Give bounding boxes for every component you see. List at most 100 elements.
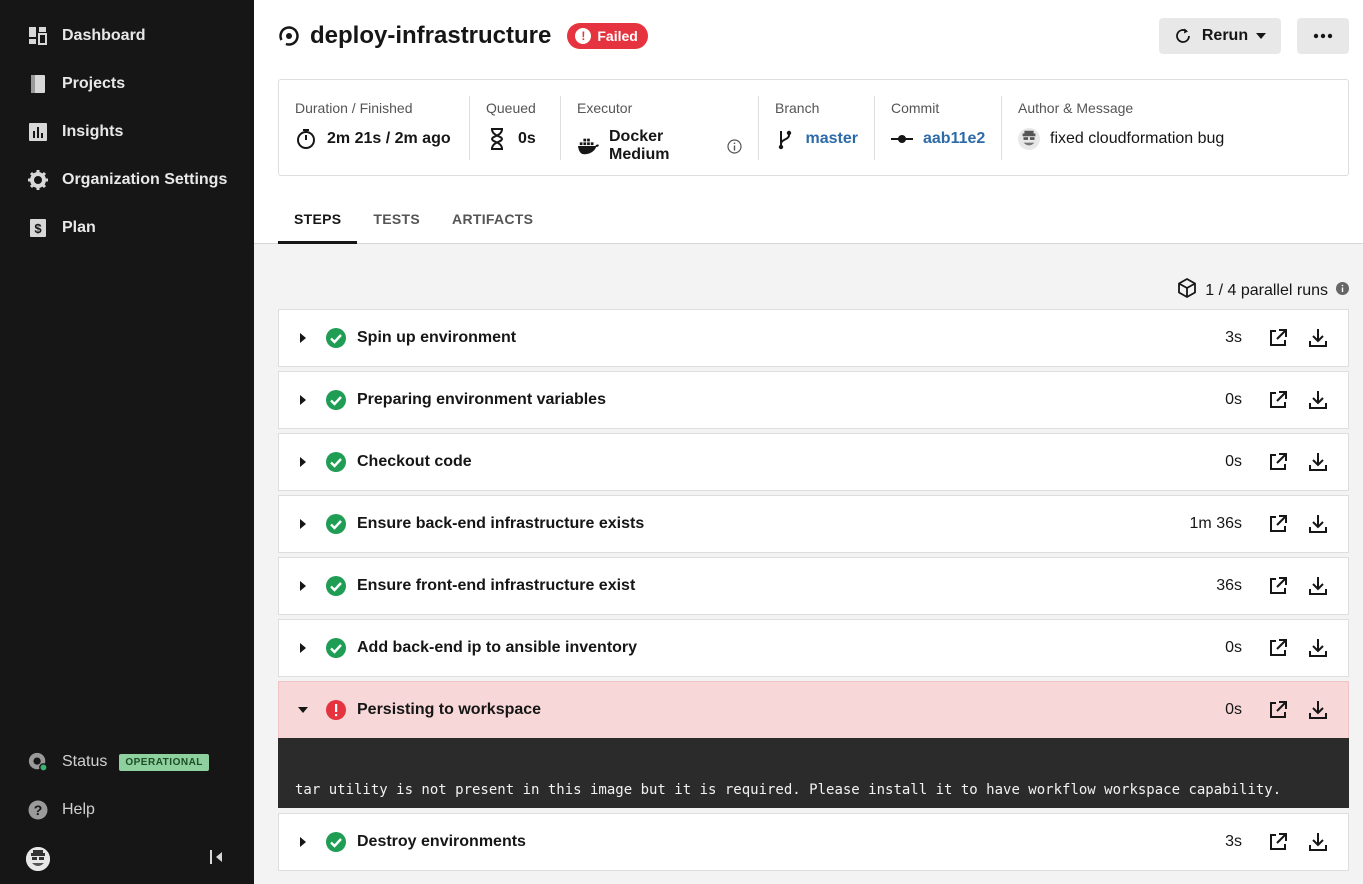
svg-text:$: $ bbox=[34, 221, 42, 236]
rerun-button[interactable]: Rerun bbox=[1159, 18, 1281, 54]
commit-value-row: aab11e2 bbox=[891, 128, 985, 150]
download-icon[interactable] bbox=[1304, 634, 1332, 662]
step-row[interactable]: Preparing environment variables 0s bbox=[278, 371, 1349, 429]
refresh-icon bbox=[1176, 28, 1190, 43]
tab-bar: STEPS TESTS ARTIFACTS bbox=[278, 200, 549, 244]
step-name: Ensure back-end infrastructure exists bbox=[357, 515, 645, 532]
info-icon[interactable] bbox=[727, 138, 742, 154]
dollar-icon: $ bbox=[28, 218, 48, 238]
step-row[interactable]: Destroy environments 3s bbox=[278, 813, 1349, 871]
avatar[interactable] bbox=[26, 847, 50, 871]
branch-label: Branch bbox=[775, 100, 820, 116]
sidebar-item-projects[interactable]: Projects bbox=[0, 60, 254, 108]
open-external-icon[interactable] bbox=[1264, 324, 1292, 352]
caret-right-icon[interactable] bbox=[279, 643, 325, 653]
success-check-icon bbox=[325, 637, 347, 659]
download-icon[interactable] bbox=[1304, 448, 1332, 476]
download-icon[interactable] bbox=[1304, 324, 1332, 352]
step-duration: 36s bbox=[1216, 577, 1242, 594]
download-icon[interactable] bbox=[1304, 696, 1332, 724]
projects-icon bbox=[28, 74, 48, 94]
hourglass-icon bbox=[486, 128, 508, 150]
parallel-runs: 1 / 4 parallel runs bbox=[1177, 278, 1349, 303]
sidebar-item-organization-settings[interactable]: Organization Settings bbox=[0, 156, 254, 204]
page-title: deploy-infrastructure bbox=[310, 22, 552, 49]
sidebar-nav: Dashboard Projects Insights Organization… bbox=[0, 12, 254, 252]
title-row: deploy-infrastructure ! Failed bbox=[278, 18, 648, 54]
step-row[interactable]: Checkout code 0s bbox=[278, 433, 1349, 491]
stopwatch-icon bbox=[295, 128, 317, 150]
branch-icon bbox=[775, 128, 796, 150]
branch-field: Branch master bbox=[759, 96, 875, 160]
step-name: Add back-end ip to ansible inventory bbox=[357, 639, 638, 656]
cube-icon bbox=[1177, 278, 1197, 303]
parallel-runs-label: 1 / 4 parallel runs bbox=[1205, 281, 1328, 299]
executor-value-row: Docker Medium bbox=[577, 128, 742, 164]
more-dots-icon bbox=[1313, 33, 1333, 39]
open-external-icon[interactable] bbox=[1264, 828, 1292, 856]
job-info-card: Duration / Finished 2m 21s / 2m ago Queu… bbox=[278, 79, 1349, 176]
sidebar-item-label: Projects bbox=[62, 75, 126, 92]
info-icon[interactable] bbox=[1336, 281, 1349, 300]
step-duration: 1m 36s bbox=[1189, 515, 1242, 532]
step-name: Spin up environment bbox=[357, 329, 517, 346]
sidebar-item-insights[interactable]: Insights bbox=[0, 108, 254, 156]
success-check-icon bbox=[325, 327, 347, 349]
open-external-icon[interactable] bbox=[1264, 386, 1292, 414]
caret-right-icon[interactable] bbox=[279, 333, 325, 343]
open-external-icon[interactable] bbox=[1264, 510, 1292, 538]
branch-link[interactable]: master bbox=[806, 130, 858, 148]
status-link[interactable]: Status OPERATIONAL bbox=[0, 738, 254, 786]
step-name: Persisting to workspace bbox=[357, 701, 542, 718]
step-row[interactable]: Persisting to workspace 0s bbox=[278, 681, 1349, 739]
step-duration: 0s bbox=[1225, 701, 1242, 718]
commit-link[interactable]: aab11e2 bbox=[923, 130, 985, 148]
step-row[interactable]: Ensure back-end infrastructure exists 1m … bbox=[278, 495, 1349, 553]
queued-label: Queued bbox=[486, 100, 536, 116]
more-options-button[interactable] bbox=[1297, 18, 1349, 54]
tab-steps[interactable]: STEPS bbox=[278, 200, 358, 244]
caret-down-icon[interactable] bbox=[279, 706, 325, 714]
download-icon[interactable] bbox=[1304, 572, 1332, 600]
caret-right-icon[interactable] bbox=[279, 837, 325, 847]
main-content: deploy-infrastructure ! Failed Rerun Dur… bbox=[254, 0, 1363, 884]
download-icon[interactable] bbox=[1304, 510, 1332, 538]
status-label: Status bbox=[62, 753, 108, 770]
status-gauge-icon bbox=[28, 752, 48, 772]
open-external-icon[interactable] bbox=[1264, 448, 1292, 476]
help-link[interactable]: ? Help bbox=[0, 786, 254, 834]
sidebar-item-dashboard[interactable]: Dashboard bbox=[0, 12, 254, 60]
error-status-icon bbox=[325, 699, 347, 721]
sidebar-item-plan[interactable]: $ Plan bbox=[0, 204, 254, 252]
download-icon[interactable] bbox=[1304, 828, 1332, 856]
step-row[interactable]: Spin up environment 3s bbox=[278, 309, 1349, 367]
tab-tests[interactable]: TESTS bbox=[357, 200, 436, 244]
open-external-icon[interactable] bbox=[1264, 696, 1292, 724]
gear-icon bbox=[28, 170, 48, 190]
caret-right-icon[interactable] bbox=[279, 581, 325, 591]
executor-field: Executor Docker Medium bbox=[561, 96, 759, 163]
download-icon[interactable] bbox=[1304, 386, 1332, 414]
commit-label: Commit bbox=[891, 100, 940, 116]
caret-right-icon[interactable] bbox=[279, 457, 325, 467]
step-console-output: tar utility is not present in this image… bbox=[278, 738, 1349, 808]
status-badge: ! Failed bbox=[567, 23, 648, 49]
sidebar-item-label: Organization Settings bbox=[62, 171, 228, 188]
step-duration: 0s bbox=[1225, 639, 1242, 656]
tab-artifacts[interactable]: ARTIFACTS bbox=[436, 200, 549, 244]
docker-icon bbox=[577, 135, 599, 157]
step-row[interactable]: Add back-end ip to ansible inventory 0s bbox=[278, 619, 1349, 677]
collapse-sidebar-icon[interactable] bbox=[208, 849, 224, 870]
queued-value-row: 0s bbox=[486, 128, 544, 150]
caret-right-icon[interactable] bbox=[279, 519, 325, 529]
open-external-icon[interactable] bbox=[1264, 634, 1292, 662]
step-name: Preparing environment variables bbox=[357, 391, 606, 408]
step-duration: 0s bbox=[1225, 391, 1242, 408]
success-check-icon bbox=[325, 575, 347, 597]
commit-field: Commit aab11e2 bbox=[875, 96, 1002, 160]
author-label: Author & Message bbox=[1018, 100, 1134, 116]
caret-right-icon[interactable] bbox=[279, 395, 325, 405]
step-row[interactable]: Ensure front-end infrastructure exist 36s bbox=[278, 557, 1349, 615]
insights-icon bbox=[28, 122, 48, 142]
open-external-icon[interactable] bbox=[1264, 572, 1292, 600]
